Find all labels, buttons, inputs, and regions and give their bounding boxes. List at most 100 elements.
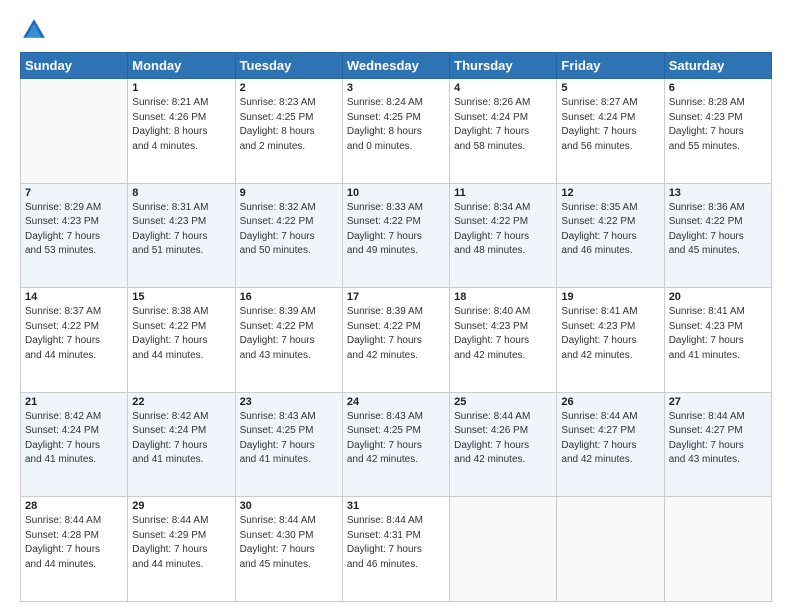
- day-number: 13: [669, 187, 767, 199]
- calendar-cell: 26Sunrise: 8:44 AM Sunset: 4:27 PM Dayli…: [557, 392, 664, 497]
- calendar-cell: 15 Sunrise: 8:38 AM Sunset: 4:22 PM Dayli…: [128, 288, 235, 393]
- day-info: Sunrise: 8:40 AM Sunset: 4:23 PM Dayligh…: [454, 305, 552, 363]
- day-info: Sunrise: 8:32 AM Sunset: 4:22 PM Dayligh…: [240, 201, 338, 259]
- calendar-week-row: 28Sunrise: 8:44 AM Sunset: 4:28 PM Dayli…: [21, 497, 772, 602]
- calendar-cell: 6Sunrise: 8:28 AM Sunset: 4:23 PM Daylig…: [664, 79, 771, 184]
- day-info: Sunrise: 8:33 AM Sunset: 4:22 PM Dayligh…: [347, 201, 445, 259]
- calendar-cell: 18 Sunrise: 8:40 AM Sunset: 4:23 PM Dayli…: [450, 288, 557, 393]
- calendar-cell: 4 Sunrise: 8:26 AM Sunset: 4:24 PM Daylig…: [450, 79, 557, 184]
- calendar-cell: [21, 79, 128, 184]
- weekday-header-tuesday: Tuesday: [235, 53, 342, 79]
- day-info: Sunrise: 8:35 AM Sunset: 4:22 PM Dayligh…: [561, 201, 659, 259]
- calendar-cell: 3 Sunrise: 8:24 AM Sunset: 4:25 PM Daylig…: [342, 79, 449, 184]
- day-number: 7: [25, 187, 123, 199]
- calendar-cell: 17 Sunrise: 8:39 AM Sunset: 4:22 PM Dayli…: [342, 288, 449, 393]
- day-info: Sunrise: 8:38 AM Sunset: 4:22 PM Dayligh…: [132, 305, 230, 363]
- day-number: 17: [347, 291, 445, 303]
- calendar-week-row: 21 Sunrise: 8:42 AM Sunset: 4:24 PM Dayli…: [21, 392, 772, 497]
- page: SundayMondayTuesdayWednesdayThursdayFrid…: [0, 0, 792, 612]
- logo: [20, 16, 52, 44]
- header: [20, 16, 772, 44]
- day-number: 30: [240, 500, 338, 512]
- day-number: 2: [240, 82, 338, 94]
- calendar-cell: 30 Sunrise: 8:44 AM Sunset: 4:30 PM Dayli…: [235, 497, 342, 602]
- calendar-cell: 25 Sunrise: 8:44 AM Sunset: 4:26 PM Dayli…: [450, 392, 557, 497]
- calendar-cell: 5 Sunrise: 8:27 AM Sunset: 4:24 PM Daylig…: [557, 79, 664, 184]
- weekday-header-wednesday: Wednesday: [342, 53, 449, 79]
- day-number: 25: [454, 396, 552, 408]
- day-number: 8: [132, 187, 230, 199]
- day-info: Sunrise: 8:23 AM Sunset: 4:25 PM Dayligh…: [240, 96, 338, 154]
- day-number: 11: [454, 187, 552, 199]
- day-info: Sunrise: 8:37 AM Sunset: 4:22 PM Dayligh…: [25, 305, 123, 363]
- day-info: Sunrise: 8:31 AM Sunset: 4:23 PM Dayligh…: [132, 201, 230, 259]
- day-number: 23: [240, 396, 338, 408]
- calendar-cell: [557, 497, 664, 602]
- day-info: Sunrise: 8:44 AM Sunset: 4:29 PM Dayligh…: [132, 514, 230, 572]
- calendar-week-row: 1 Sunrise: 8:21 AM Sunset: 4:26 PM Daylig…: [21, 79, 772, 184]
- day-info: Sunrise: 8:26 AM Sunset: 4:24 PM Dayligh…: [454, 96, 552, 154]
- calendar-cell: 7Sunrise: 8:29 AM Sunset: 4:23 PM Daylig…: [21, 183, 128, 288]
- day-number: 22: [132, 396, 230, 408]
- day-info: Sunrise: 8:44 AM Sunset: 4:27 PM Dayligh…: [669, 410, 767, 468]
- day-number: 5: [561, 82, 659, 94]
- calendar-cell: 22Sunrise: 8:42 AM Sunset: 4:24 PM Dayli…: [128, 392, 235, 497]
- calendar-cell: 21 Sunrise: 8:42 AM Sunset: 4:24 PM Dayli…: [21, 392, 128, 497]
- calendar-cell: 19Sunrise: 8:41 AM Sunset: 4:23 PM Dayli…: [557, 288, 664, 393]
- calendar-cell: 23 Sunrise: 8:43 AM Sunset: 4:25 PM Dayli…: [235, 392, 342, 497]
- calendar-cell: 20 Sunrise: 8:41 AM Sunset: 4:23 PM Dayli…: [664, 288, 771, 393]
- calendar-cell: 14 Sunrise: 8:37 AM Sunset: 4:22 PM Dayli…: [21, 288, 128, 393]
- weekday-header-sunday: Sunday: [21, 53, 128, 79]
- calendar-cell: 13 Sunrise: 8:36 AM Sunset: 4:22 PM Dayli…: [664, 183, 771, 288]
- calendar-cell: 8 Sunrise: 8:31 AM Sunset: 4:23 PM Daylig…: [128, 183, 235, 288]
- day-info: Sunrise: 8:44 AM Sunset: 4:30 PM Dayligh…: [240, 514, 338, 572]
- day-number: 15: [132, 291, 230, 303]
- calendar-week-row: 7Sunrise: 8:29 AM Sunset: 4:23 PM Daylig…: [21, 183, 772, 288]
- day-info: Sunrise: 8:21 AM Sunset: 4:26 PM Dayligh…: [132, 96, 230, 154]
- day-info: Sunrise: 8:28 AM Sunset: 4:23 PM Dayligh…: [669, 96, 767, 154]
- day-number: 9: [240, 187, 338, 199]
- calendar-cell: 24 Sunrise: 8:43 AM Sunset: 4:25 PM Dayli…: [342, 392, 449, 497]
- calendar-table: SundayMondayTuesdayWednesdayThursdayFrid…: [20, 52, 772, 602]
- calendar-cell: 27Sunrise: 8:44 AM Sunset: 4:27 PM Dayli…: [664, 392, 771, 497]
- day-info: Sunrise: 8:44 AM Sunset: 4:26 PM Dayligh…: [454, 410, 552, 468]
- day-info: Sunrise: 8:44 AM Sunset: 4:28 PM Dayligh…: [25, 514, 123, 572]
- day-number: 3: [347, 82, 445, 94]
- calendar-cell: 12 Sunrise: 8:35 AM Sunset: 4:22 PM Dayli…: [557, 183, 664, 288]
- day-info: Sunrise: 8:43 AM Sunset: 4:25 PM Dayligh…: [240, 410, 338, 468]
- day-info: Sunrise: 8:39 AM Sunset: 4:22 PM Dayligh…: [240, 305, 338, 363]
- weekday-header-saturday: Saturday: [664, 53, 771, 79]
- day-number: 26: [561, 396, 659, 408]
- day-info: Sunrise: 8:39 AM Sunset: 4:22 PM Dayligh…: [347, 305, 445, 363]
- weekday-header-row: SundayMondayTuesdayWednesdayThursdayFrid…: [21, 53, 772, 79]
- day-number: 14: [25, 291, 123, 303]
- day-info: Sunrise: 8:27 AM Sunset: 4:24 PM Dayligh…: [561, 96, 659, 154]
- calendar-cell: 29 Sunrise: 8:44 AM Sunset: 4:29 PM Dayli…: [128, 497, 235, 602]
- day-number: 20: [669, 291, 767, 303]
- calendar-cell: 2 Sunrise: 8:23 AM Sunset: 4:25 PM Daylig…: [235, 79, 342, 184]
- day-info: Sunrise: 8:41 AM Sunset: 4:23 PM Dayligh…: [669, 305, 767, 363]
- day-number: 4: [454, 82, 552, 94]
- day-info: Sunrise: 8:24 AM Sunset: 4:25 PM Dayligh…: [347, 96, 445, 154]
- day-number: 16: [240, 291, 338, 303]
- calendar-cell: 9 Sunrise: 8:32 AM Sunset: 4:22 PM Daylig…: [235, 183, 342, 288]
- weekday-header-friday: Friday: [557, 53, 664, 79]
- day-number: 29: [132, 500, 230, 512]
- day-info: Sunrise: 8:42 AM Sunset: 4:24 PM Dayligh…: [25, 410, 123, 468]
- day-number: 18: [454, 291, 552, 303]
- day-info: Sunrise: 8:36 AM Sunset: 4:22 PM Dayligh…: [669, 201, 767, 259]
- calendar-cell: 31 Sunrise: 8:44 AM Sunset: 4:31 PM Dayli…: [342, 497, 449, 602]
- day-number: 1: [132, 82, 230, 94]
- day-info: Sunrise: 8:43 AM Sunset: 4:25 PM Dayligh…: [347, 410, 445, 468]
- day-number: 21: [25, 396, 123, 408]
- day-number: 24: [347, 396, 445, 408]
- day-number: 12: [561, 187, 659, 199]
- day-info: Sunrise: 8:44 AM Sunset: 4:31 PM Dayligh…: [347, 514, 445, 572]
- calendar-cell: 11Sunrise: 8:34 AM Sunset: 4:22 PM Dayli…: [450, 183, 557, 288]
- weekday-header-thursday: Thursday: [450, 53, 557, 79]
- calendar-cell: [664, 497, 771, 602]
- calendar-cell: 10 Sunrise: 8:33 AM Sunset: 4:22 PM Dayli…: [342, 183, 449, 288]
- day-number: 10: [347, 187, 445, 199]
- day-number: 31: [347, 500, 445, 512]
- calendar-cell: 1 Sunrise: 8:21 AM Sunset: 4:26 PM Daylig…: [128, 79, 235, 184]
